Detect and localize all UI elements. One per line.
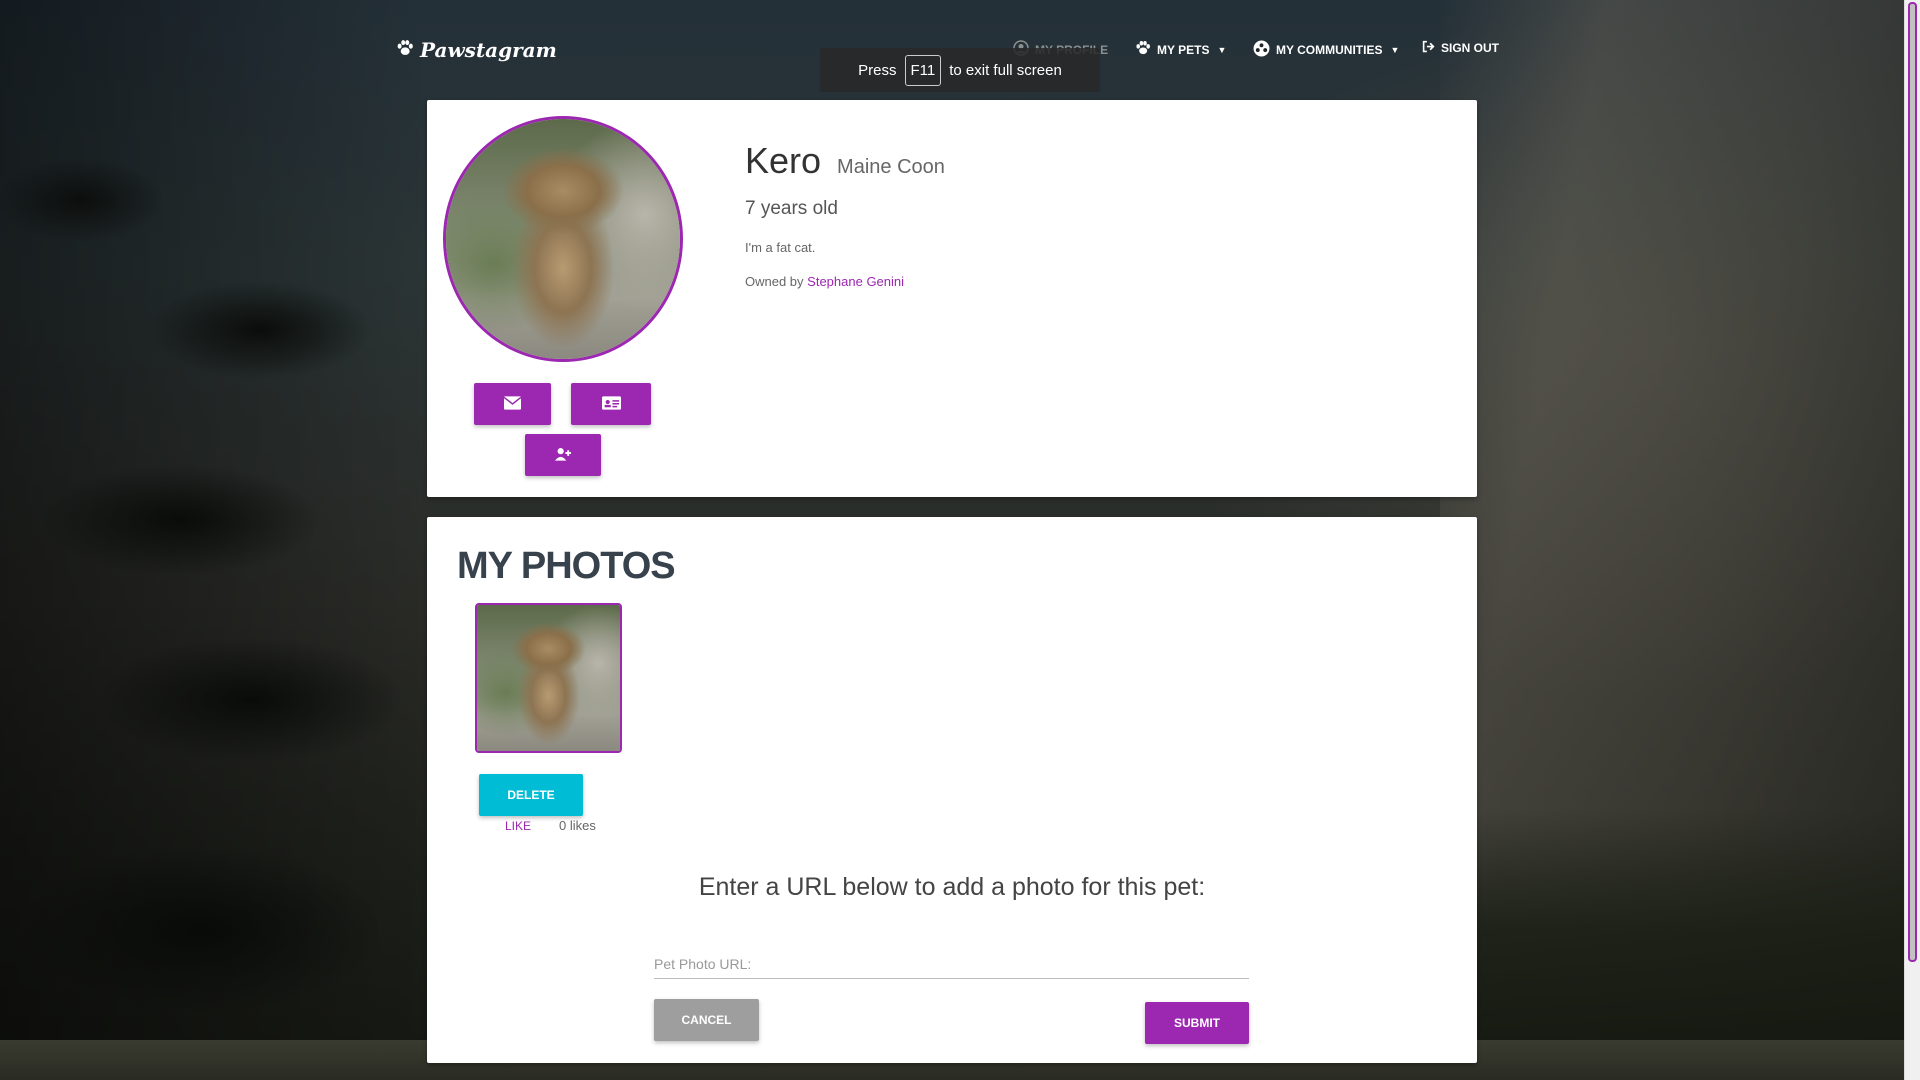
fullscreen-notice-text: to exit full screen (949, 61, 1062, 79)
message-button[interactable] (474, 383, 551, 425)
community-icon (1253, 40, 1270, 60)
submit-button[interactable]: SUBMIT (1145, 1002, 1249, 1044)
pet-description: I'm a fat cat. (745, 240, 816, 255)
photos-card: MY PHOTOS DELETE LIKE 0 likes Enter a UR… (427, 517, 1477, 1063)
nav-my-communities-label: MY COMMUNITIES (1276, 43, 1383, 57)
pet-name-heading: Kero Maine Coon (745, 140, 945, 182)
pet-profile-card: Kero Maine Coon 7 years old I'm a fat ca… (427, 100, 1477, 497)
id-card-icon (601, 395, 621, 413)
photo-thumbnail[interactable] (475, 603, 622, 753)
pet-avatar-image (446, 119, 680, 359)
scrollbar-thumb[interactable] (1908, 2, 1917, 962)
nav-my-communities[interactable]: MY COMMUNITIES ▼ (1253, 40, 1399, 60)
pet-age: 7 years old (745, 198, 838, 219)
user-plus-icon (554, 447, 572, 464)
brand-logo[interactable]: Pawstagram (396, 38, 557, 62)
background-forest (1420, 810, 1920, 1050)
nav-my-pets[interactable]: MY PETS ▼ (1135, 40, 1226, 59)
envelope-icon (503, 395, 522, 413)
caret-down-icon: ▼ (1390, 45, 1400, 55)
page-scrollbar[interactable] (1904, 0, 1920, 1080)
fullscreen-notice-press: Press (858, 61, 897, 79)
add-photo-heading: Enter a URL below to add a photo for thi… (698, 873, 1206, 901)
nav-sign-out[interactable]: SIGN OUT (1422, 40, 1499, 56)
sign-out-icon (1422, 40, 1435, 56)
nav-sign-out-label: SIGN OUT (1441, 41, 1500, 55)
cancel-button[interactable]: CANCEL (654, 999, 759, 1041)
caret-down-icon: ▼ (1217, 44, 1227, 55)
fullscreen-notice-key: F11 (904, 54, 942, 86)
owned-by-label: Owned by (745, 274, 804, 289)
background-tree (0, 0, 430, 1080)
pet-card-button[interactable] (571, 383, 651, 425)
pet-name: Kero (745, 140, 822, 181)
photo-thumbnail-image (477, 605, 620, 751)
like-button[interactable]: LIKE (505, 819, 531, 833)
pet-breed: Maine Coon (837, 156, 945, 178)
owner-link[interactable]: Stephane Genini (807, 274, 904, 289)
paw-icon (396, 38, 414, 62)
paw-icon (1135, 40, 1151, 59)
nav-my-pets-label: MY PETS (1157, 42, 1210, 57)
pet-owner: Owned by Stephane Genini (745, 274, 904, 289)
pet-avatar (443, 116, 683, 362)
brand-name: Pawstagram (420, 38, 557, 62)
follow-button[interactable] (525, 434, 601, 476)
photos-section-title: MY PHOTOS (457, 545, 676, 587)
pet-photo-url-input[interactable] (654, 949, 1249, 979)
delete-photo-button[interactable]: DELETE (479, 774, 583, 816)
likes-count: 0 likes (559, 818, 596, 833)
fullscreen-notice: Press F11 to exit full screen (820, 48, 1100, 92)
